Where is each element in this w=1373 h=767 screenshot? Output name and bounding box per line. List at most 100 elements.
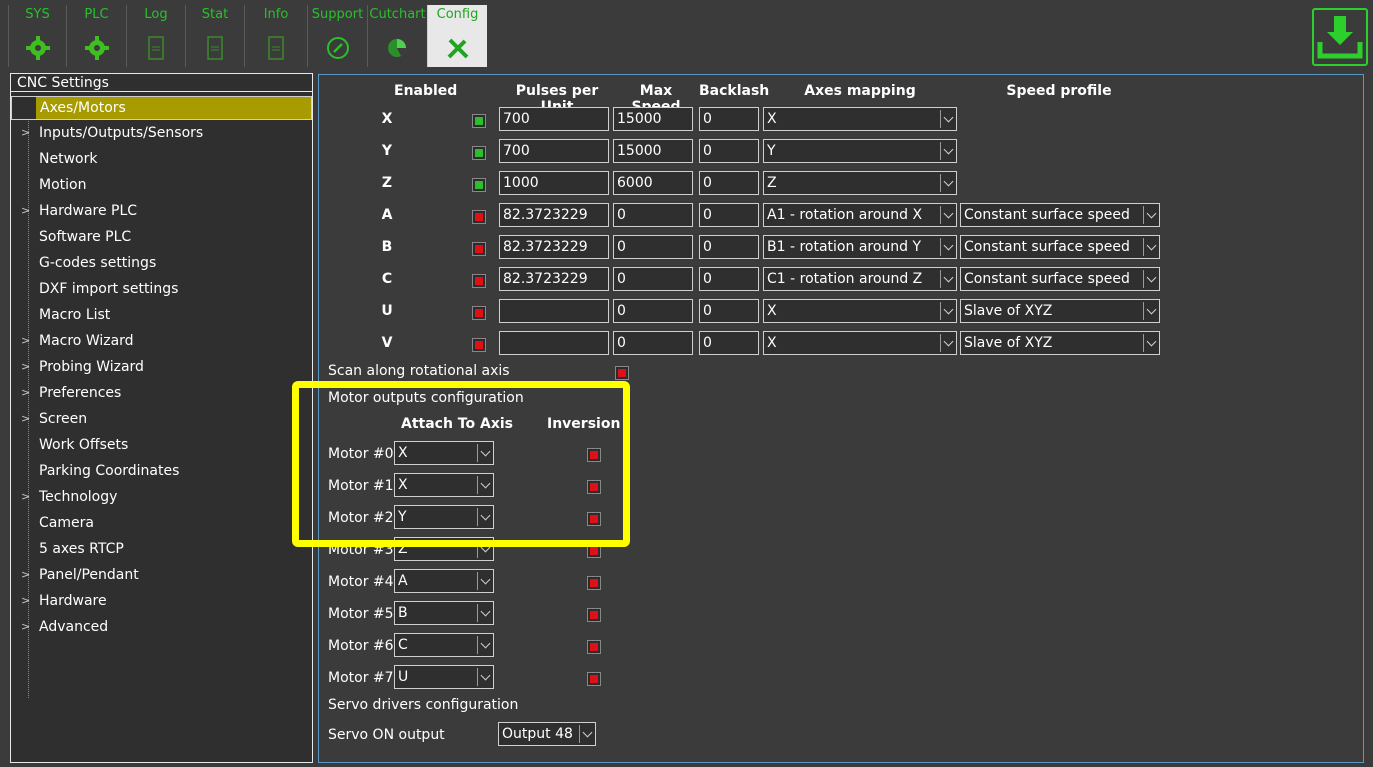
motor-axis-select[interactable]: B [394,601,494,625]
pulses-input[interactable]: 82.3723229 [499,267,609,291]
backlash-input[interactable]: 0 [699,171,759,195]
tab-stat[interactable]: Stat [185,5,244,67]
axis-enabled-checkbox[interactable] [472,114,486,128]
motor-axis-select[interactable]: X [394,441,494,465]
pulses-input[interactable]: 82.3723229 [499,203,609,227]
backlash-input[interactable]: 0 [699,331,759,355]
axes-mapping-select[interactable]: Z [763,171,957,195]
maxspeed-input[interactable]: 0 [613,299,693,323]
tab-support[interactable]: Support [307,5,367,67]
motor-inversion-checkbox[interactable] [587,480,601,494]
motor-inversion-checkbox[interactable] [587,512,601,526]
motor-inversion-checkbox[interactable] [587,672,601,686]
maxspeed-input[interactable]: 0 [613,235,693,259]
tab-info[interactable]: Info [244,5,307,67]
tab-sys-label: SYS [25,7,50,22]
maxspeed-input[interactable]: 0 [613,203,693,227]
tree-header: CNC Settings [11,74,312,92]
tab-plc[interactable]: PLC [66,5,126,67]
axis-enabled-checkbox[interactable] [472,178,486,192]
pulses-input[interactable] [499,299,609,323]
axis-enabled-checkbox[interactable] [472,274,486,288]
expand-arrow-icon[interactable]: > [21,122,31,144]
motor-axis-select[interactable]: U [394,665,494,689]
motor-inversion-checkbox[interactable] [587,640,601,654]
motor-axis-select[interactable]: Y [394,505,494,529]
expand-arrow-icon[interactable]: > [21,200,31,222]
select-value: X [398,477,408,493]
speed-profile-select[interactable]: Constant surface speed [960,235,1160,259]
expand-arrow-icon[interactable]: > [21,408,31,430]
axes-mapping-select[interactable]: X [763,299,957,323]
axis-enabled-checkbox[interactable] [472,338,486,352]
tab-cutchart[interactable]: Cutchart [367,5,427,67]
tree-item-label: Preferences [39,385,122,401]
settings-tree: CNC Settings Axes/Motors > Inputs/Output… [10,73,313,763]
top-toolbar: SYS PLC Log Stat Info Support Cutchart C… [0,0,1373,70]
tab-sys[interactable]: SYS [8,5,66,67]
axis-label: U [381,303,393,319]
expand-arrow-icon[interactable]: > [21,330,31,352]
maxspeed-input[interactable]: 15000 [613,107,693,131]
tab-config[interactable]: Config [427,5,487,67]
backlash-input[interactable]: 0 [699,107,759,131]
motor-axis-select[interactable]: X [394,473,494,497]
pulses-input[interactable]: 1000 [499,171,609,195]
tree-item-label: Hardware PLC [39,203,138,219]
motor-inversion-checkbox[interactable] [587,448,601,462]
maxspeed-input[interactable]: 6000 [613,171,693,195]
pulses-input[interactable] [499,331,609,355]
tab-cutchart-label: Cutchart [369,7,426,22]
tree-item-label: Work Offsets [39,437,129,453]
expand-arrow-icon[interactable]: > [21,616,31,638]
expand-arrow-icon[interactable]: > [21,564,31,586]
maxspeed-input[interactable]: 0 [613,331,693,355]
gear-icon [25,36,50,60]
expand-arrow-icon[interactable]: > [21,356,31,378]
chevron-down-icon [477,572,493,590]
speed-profile-select[interactable]: Slave of XYZ [960,299,1160,323]
maxspeed-input[interactable]: 15000 [613,139,693,163]
select-value: X [767,111,777,127]
maxspeed-input[interactable]: 0 [613,267,693,291]
pulses-input[interactable]: 82.3723229 [499,235,609,259]
axes-mapping-select[interactable]: Y [763,139,957,163]
save-button[interactable] [1312,8,1368,66]
backlash-input[interactable]: 0 [699,235,759,259]
tree-item-axes-motors[interactable]: Axes/Motors [11,96,312,120]
expand-arrow-icon[interactable]: > [21,382,31,404]
backlash-input[interactable]: 0 [699,139,759,163]
speed-profile-select[interactable]: Slave of XYZ [960,331,1160,355]
axis-enabled-checkbox[interactable] [472,146,486,160]
backlash-input[interactable]: 0 [699,203,759,227]
tab-log[interactable]: Log [126,5,185,67]
axes-mapping-select[interactable]: C1 - rotation around Z [763,267,957,291]
axes-mapping-select[interactable]: X [763,331,957,355]
axis-enabled-checkbox[interactable] [472,242,486,256]
axis-enabled-checkbox[interactable] [472,210,486,224]
axes-mapping-select[interactable]: A1 - rotation around X [763,203,957,227]
motor-inversion-checkbox[interactable] [587,544,601,558]
select-value: U [398,669,409,685]
axes-mapping-select[interactable]: B1 - rotation around Y [763,235,957,259]
axis-label: V [381,335,393,351]
servo-on-output-select[interactable]: Output 48 [498,722,596,746]
speed-profile-select[interactable]: Constant surface speed [960,203,1160,227]
motor-inversion-checkbox[interactable] [587,576,601,590]
attach-to-axis-header: Attach To Axis [401,416,513,432]
axis-enabled-checkbox[interactable] [472,306,486,320]
motor-axis-select[interactable]: C [394,633,494,657]
scan-rotational-checkbox[interactable] [615,366,629,380]
pulses-input[interactable]: 700 [499,107,609,131]
backlash-input[interactable]: 0 [699,267,759,291]
expand-arrow-icon[interactable]: > [21,590,31,612]
backlash-input[interactable]: 0 [699,299,759,323]
motor-inversion-checkbox[interactable] [587,608,601,622]
motor-axis-select[interactable]: A [394,569,494,593]
expand-arrow-icon[interactable]: > [21,486,31,508]
axes-mapping-select[interactable]: X [763,107,957,131]
pulses-input[interactable]: 700 [499,139,609,163]
motor-axis-select[interactable]: Z [394,537,494,561]
speed-profile-select[interactable]: Constant surface speed [960,267,1160,291]
motor-label: Motor #5 [328,606,394,622]
